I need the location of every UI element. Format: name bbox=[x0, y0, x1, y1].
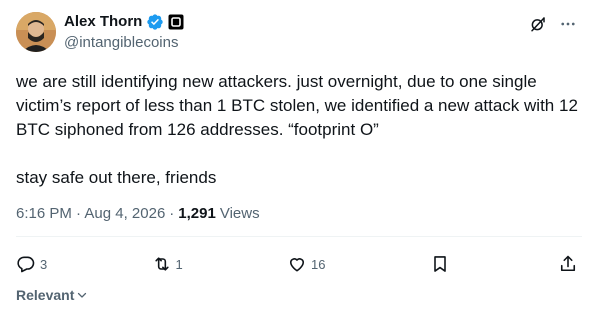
affiliation-badge-icon[interactable] bbox=[168, 14, 184, 30]
more-options-icon[interactable] bbox=[558, 14, 578, 34]
like-count: 16 bbox=[311, 256, 326, 272]
author-name-row: Alex Thorn bbox=[64, 12, 184, 32]
tweet-paragraph: stay safe out there, friends bbox=[16, 168, 217, 187]
grok-icon[interactable] bbox=[528, 14, 548, 34]
author-display-name[interactable]: Alex Thorn bbox=[64, 12, 142, 32]
bookmark-icon bbox=[433, 256, 446, 272]
reply-button[interactable]: 3 bbox=[16, 254, 47, 274]
avatar-image bbox=[16, 12, 56, 52]
tweet-paragraph: we are still identifying new attackers. … bbox=[16, 72, 578, 139]
verified-badge-icon bbox=[146, 13, 164, 31]
meta-separator: · bbox=[76, 205, 82, 222]
like-button[interactable]: 16 bbox=[287, 254, 325, 274]
avatar[interactable] bbox=[16, 12, 56, 52]
bookmark-button[interactable] bbox=[430, 254, 454, 274]
tweet-date: Aug 4, 2026 bbox=[84, 205, 166, 222]
sort-replies-dropdown[interactable]: Relevant bbox=[16, 287, 88, 303]
share-icon bbox=[560, 255, 576, 272]
repost-count: 1 bbox=[175, 256, 183, 272]
tweet-text: we are still identifying new attackers. … bbox=[16, 70, 586, 190]
repost-button[interactable]: 1 bbox=[152, 254, 183, 274]
tweet-card: Alex Thorn @intangiblecoins we are still… bbox=[0, 0, 598, 317]
repost-icon bbox=[154, 257, 169, 271]
chevron-down-icon bbox=[78, 292, 87, 298]
tweet-timestamp[interactable]: 6:16 PM · Aug 4, 2026 bbox=[16, 204, 165, 224]
author-handle[interactable]: @intangiblecoins bbox=[64, 33, 178, 53]
share-button[interactable] bbox=[558, 254, 582, 274]
tweet-meta: 6:16 PM · Aug 4, 2026 · 1,291 Views bbox=[16, 204, 260, 224]
tweet-top-actions bbox=[528, 14, 578, 34]
views-label: Views bbox=[219, 205, 260, 222]
views-count[interactable]: 1,291 bbox=[178, 204, 216, 224]
meta-separator: · bbox=[169, 205, 175, 222]
reply-icon bbox=[17, 256, 35, 273]
action-bar: 3 1 16 bbox=[16, 252, 582, 276]
divider bbox=[16, 236, 582, 237]
reply-count: 3 bbox=[40, 256, 48, 272]
tweet-time: 6:16 PM bbox=[16, 205, 72, 222]
heart-icon bbox=[289, 258, 305, 272]
sort-label: Relevant bbox=[16, 287, 75, 303]
